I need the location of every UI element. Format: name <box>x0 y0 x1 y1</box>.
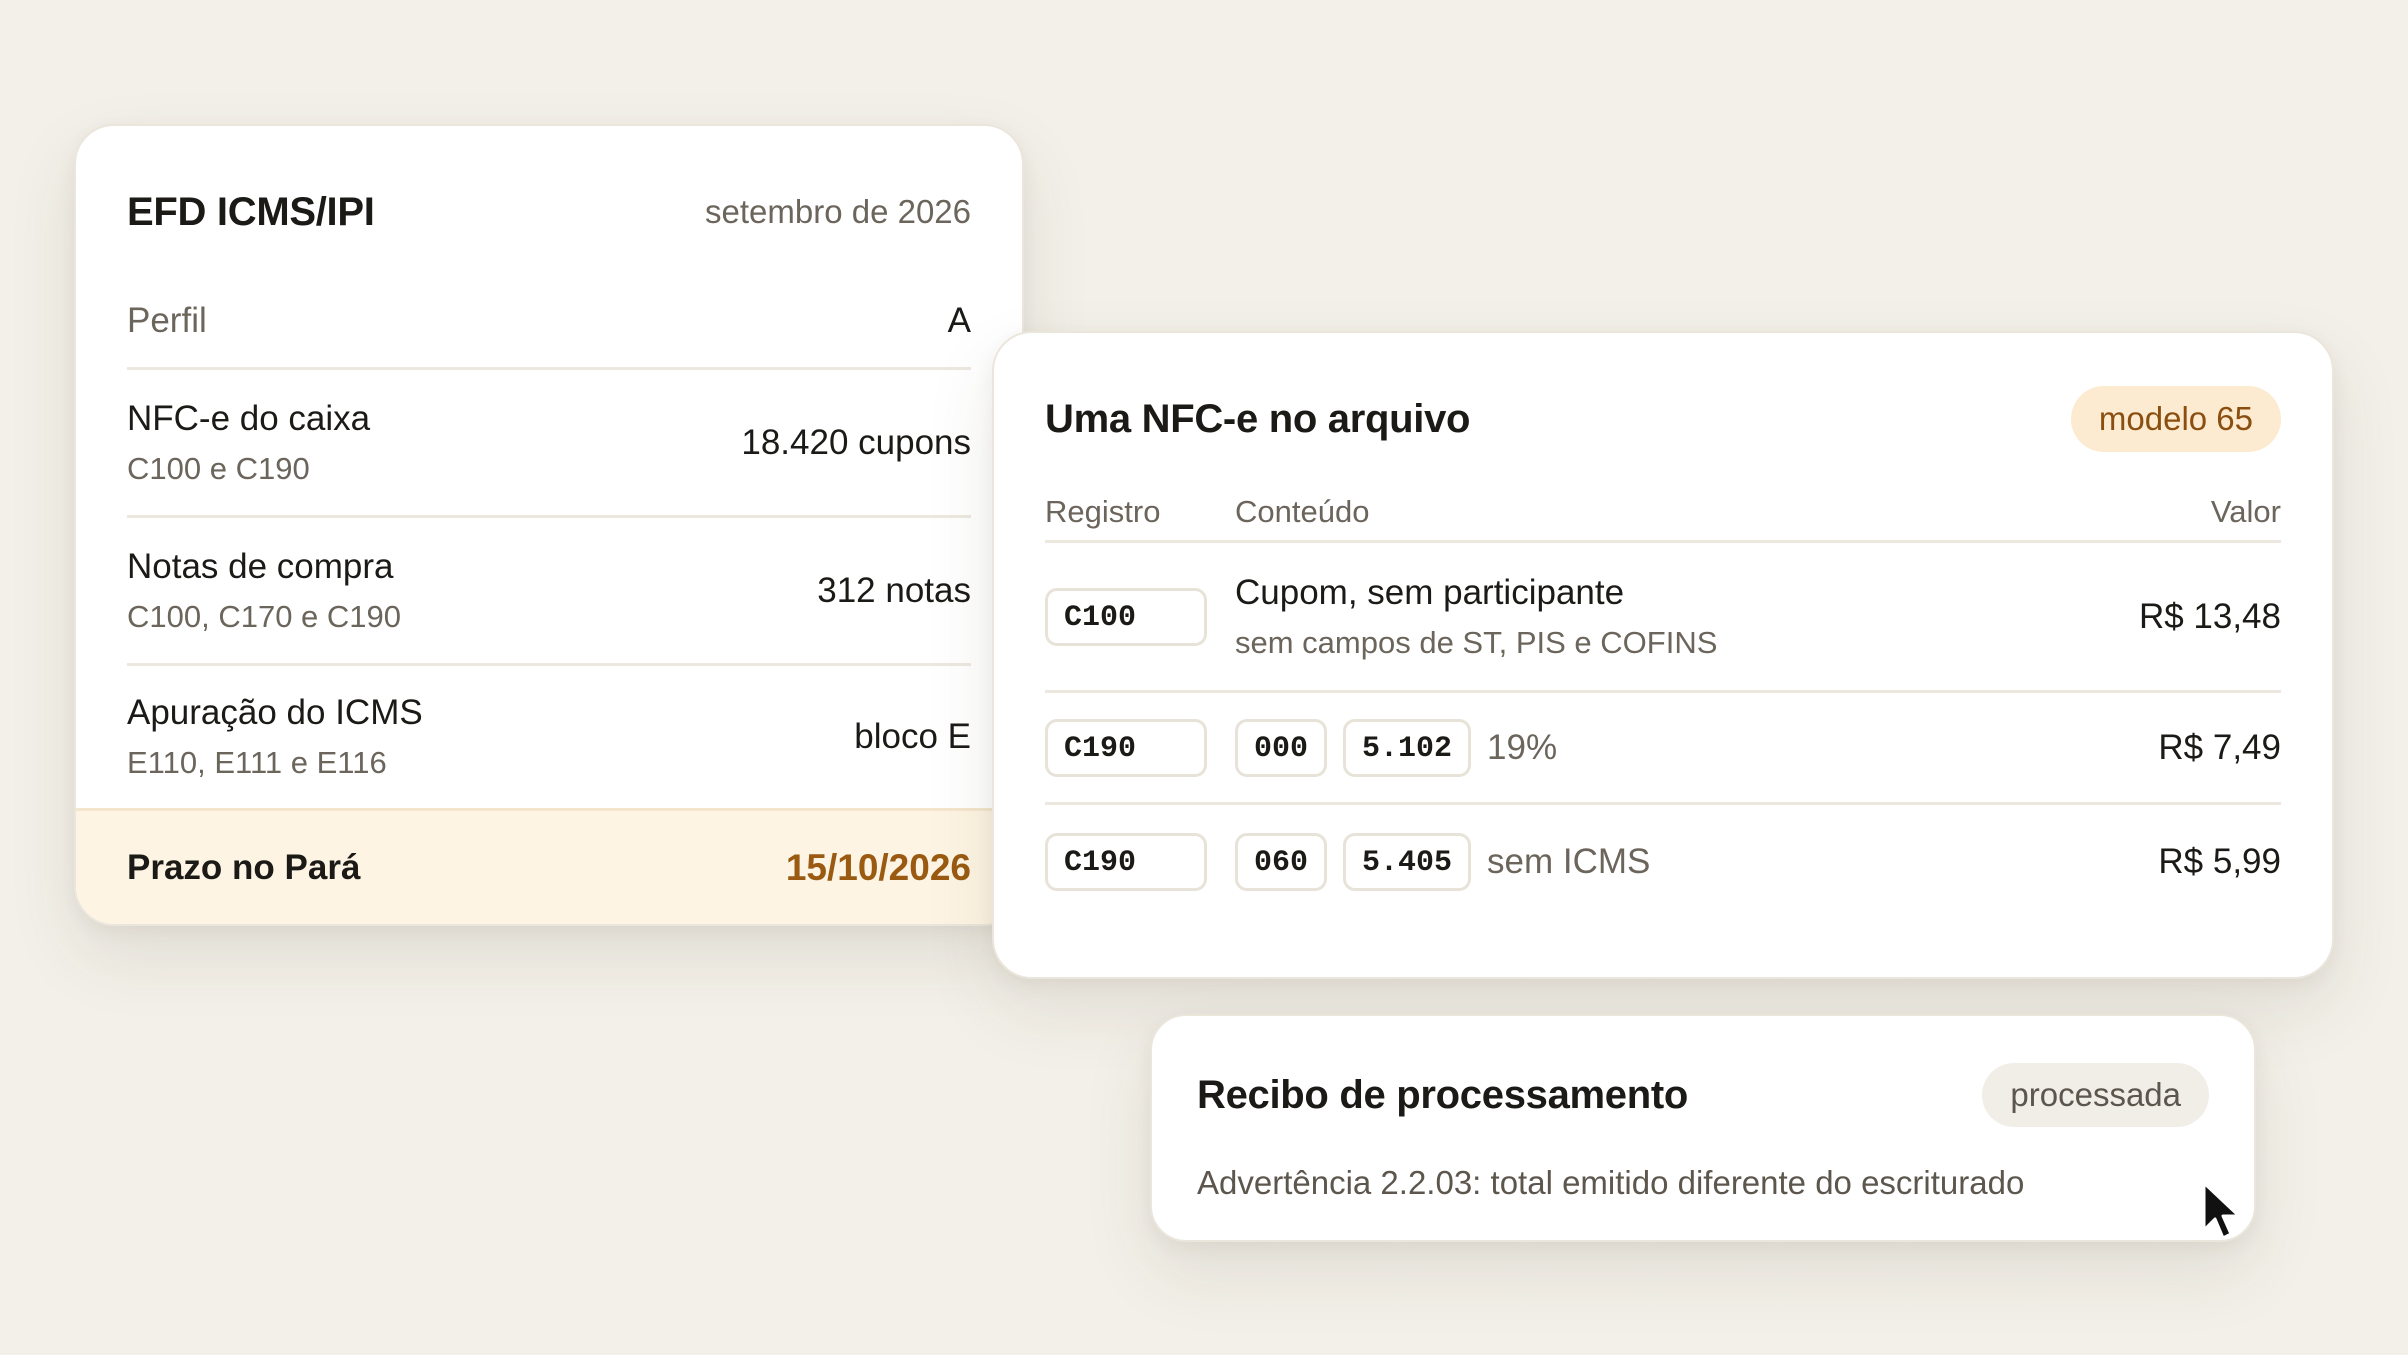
table-row[interactable]: C190 060 5.405 sem ICMS R$ 5,99 <box>1045 805 2281 919</box>
profile-row: Perfil A <box>127 274 971 370</box>
processing-receipt-card[interactable]: Recibo de processamento processada Adver… <box>1150 1014 2256 1242</box>
summary-row-label: NFC-e do caixa <box>127 398 371 438</box>
summary-row-value: 18.420 cupons <box>741 422 971 462</box>
nfce-title: Uma NFC-e no arquivo <box>1045 396 1471 441</box>
record-description: 19% <box>1487 727 1558 767</box>
cst-code-chip: 060 <box>1235 833 1328 891</box>
summary-row-icms[interactable]: Apuração do ICMS E110, E111 e E116 bloco… <box>127 666 971 808</box>
summary-row-value: 312 notas <box>817 570 971 610</box>
column-header-registro: Registro <box>1045 493 1161 529</box>
profile-value: A <box>947 300 971 340</box>
summary-row-registers: C100, C170 e C190 <box>127 598 402 634</box>
summary-row-registers: E110, E111 e E116 <box>127 745 387 780</box>
record-content: 000 5.102 19% <box>1235 718 2158 777</box>
efd-title: EFD ICMS/IPI <box>127 189 375 234</box>
summary-row-purchases[interactable]: Notas de compra C100, C170 e C190 312 no… <box>127 518 971 666</box>
summary-row-nfce[interactable]: NFC-e do caixa C100 e C190 18.420 cupons <box>127 370 971 518</box>
register-code-chip: C190 <box>1045 718 1207 777</box>
receipt-card-header: Recibo de processamento processada <box>1197 1062 2209 1128</box>
column-header-conteudo: Conteúdo <box>1235 493 1370 529</box>
table-row[interactable]: C100 Cupom, sem participante sem campos … <box>1045 543 2281 693</box>
summary-row-text: NFC-e do caixa C100 e C190 <box>127 397 370 489</box>
register-code-chip: C100 <box>1045 587 1207 646</box>
record-value: R$ 5,99 <box>2158 842 2281 881</box>
column-header-valor: Valor <box>2210 493 2281 529</box>
cfop-code-chip: 5.405 <box>1343 833 1472 891</box>
nfce-records-card: Uma NFC-e no arquivo modelo 65 Registro … <box>992 331 2334 979</box>
efd-card-header: EFD ICMS/IPI setembro de 2026 <box>127 182 971 242</box>
summary-row-registers: C100 e C190 <box>127 450 310 486</box>
mouse-pointer-icon <box>2202 1181 2241 1240</box>
summary-row-text: Apuração do ICMS E110, E111 e E116 <box>127 691 423 783</box>
records-table-header: Registro Conteúdo Valor <box>1045 483 2281 543</box>
warning-message: Advertência 2.2.03: total emitido difere… <box>1197 1164 2025 1201</box>
record-description: sem ICMS <box>1487 842 1651 881</box>
register-code-chip: C190 <box>1045 833 1207 891</box>
deadline-label: Prazo no Pará <box>127 847 361 887</box>
nfce-card-header: Uma NFC-e no arquivo modelo 65 <box>1045 383 2281 455</box>
summary-row-value: bloco E <box>854 717 971 756</box>
summary-row-label: Apuração do ICMS <box>127 693 423 732</box>
record-text: Cupom, sem participante sem campos de ST… <box>1235 571 1717 663</box>
status-badge: processada <box>1982 1063 2209 1127</box>
efd-period: setembro de 2026 <box>704 193 971 230</box>
record-subtitle: sem campos de ST, PIS e COFINS <box>1235 624 1718 660</box>
deadline-date: 15/10/2026 <box>785 846 971 888</box>
record-content: 060 5.405 sem ICMS <box>1235 833 2158 891</box>
cfop-code-chip: 5.102 <box>1343 718 1472 777</box>
model-badge: modelo 65 <box>2070 386 2281 452</box>
cst-code-chip: 000 <box>1235 718 1328 777</box>
profile-label: Perfil <box>127 300 207 340</box>
summary-row-text: Notas de compra C100, C170 e C190 <box>127 545 401 637</box>
receipt-title: Recibo de processamento <box>1197 1072 1689 1117</box>
summary-row-label: Notas de compra <box>127 546 394 586</box>
record-content: Cupom, sem participante sem campos de ST… <box>1235 571 2139 663</box>
record-title: Cupom, sem participante <box>1235 572 1625 612</box>
table-row[interactable]: C190 000 5.102 19% R$ 7,49 <box>1045 693 2281 805</box>
efd-summary-card: EFD ICMS/IPI setembro de 2026 Perfil A N… <box>74 124 1024 926</box>
record-value: R$ 13,48 <box>2138 596 2281 636</box>
deadline-bar: Prazo no Pará 15/10/2026 <box>76 808 1022 924</box>
record-value: R$ 7,49 <box>2158 727 2281 767</box>
